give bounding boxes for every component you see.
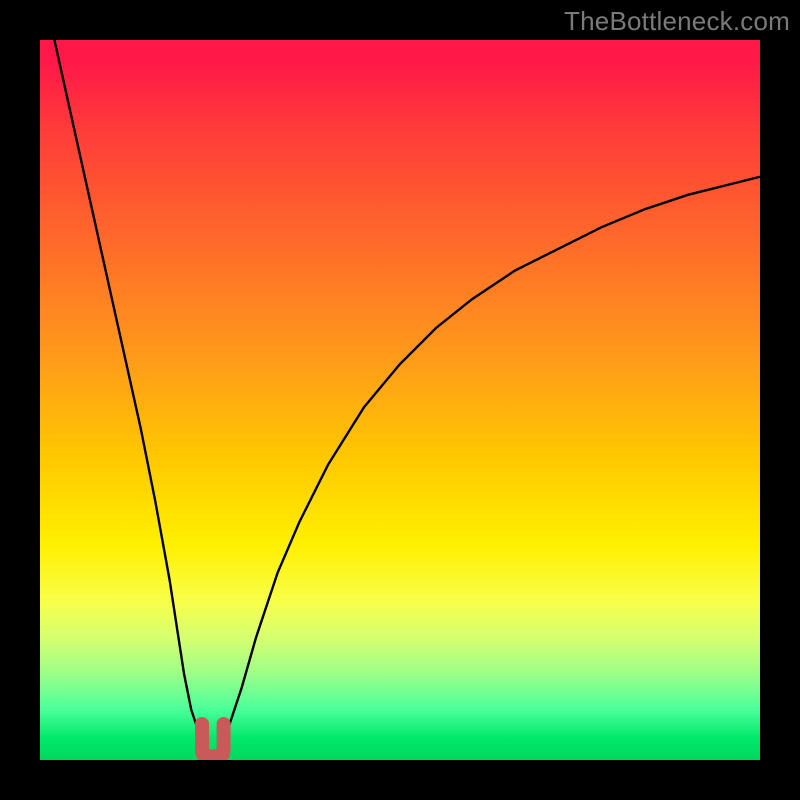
watermark-text: TheBottleneck.com [564,6,790,37]
valley-marker [202,724,224,756]
curve-right-branch [220,177,760,746]
chart-svg [40,40,760,760]
chart-frame: TheBottleneck.com [0,0,800,800]
curve-left-branch [54,40,205,746]
chart-plot-area [40,40,760,760]
